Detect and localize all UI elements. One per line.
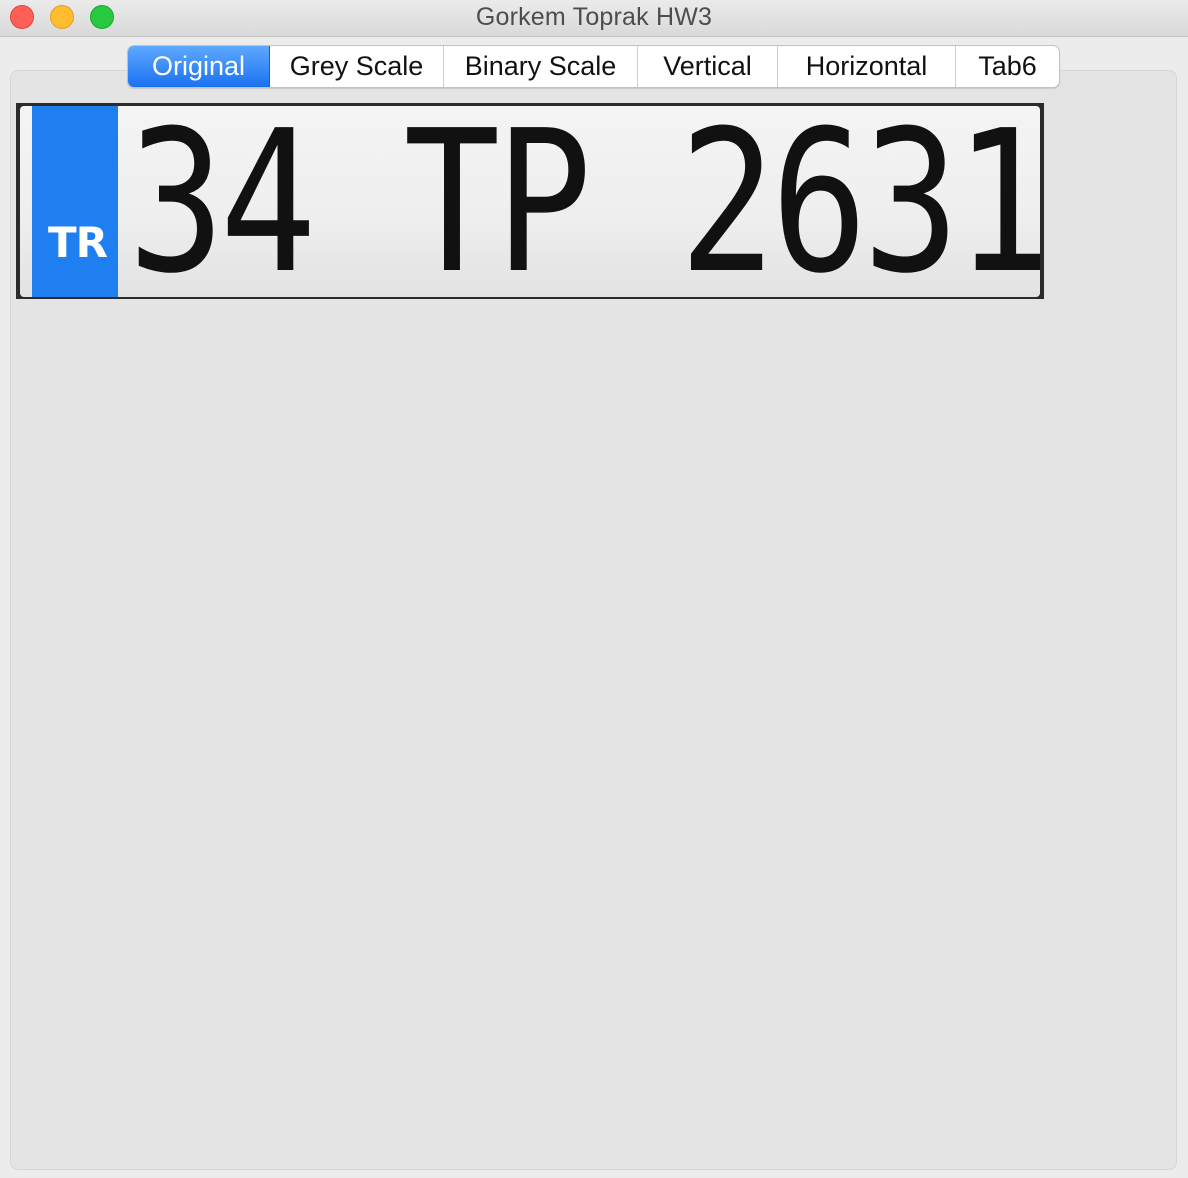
tab-bar: Original Grey Scale Binary Scale Vertica… <box>127 45 1060 88</box>
tab-horizontal[interactable]: Horizontal <box>778 46 956 87</box>
tab-original[interactable]: Original <box>128 46 270 87</box>
title-bar[interactable]: Gorkem Toprak HW3 <box>0 0 1188 37</box>
tab-grey-scale[interactable]: Grey Scale <box>270 46 444 87</box>
license-plate-image: TR 34 TP 2631 <box>16 103 1044 299</box>
tab-binary-scale[interactable]: Binary Scale <box>444 46 638 87</box>
tab-tab6[interactable]: Tab6 <box>956 46 1059 87</box>
tab-vertical[interactable]: Vertical <box>638 46 778 87</box>
plate-surface: TR 34 TP 2631 <box>20 106 1040 297</box>
app-window: Gorkem Toprak HW3 Original Grey Scale Bi… <box>0 0 1188 1178</box>
country-band <box>32 106 118 297</box>
country-code: TR <box>48 218 108 267</box>
plate-number: 34 TP 2631 <box>128 106 1040 297</box>
window-title: Gorkem Toprak HW3 <box>475 3 713 31</box>
